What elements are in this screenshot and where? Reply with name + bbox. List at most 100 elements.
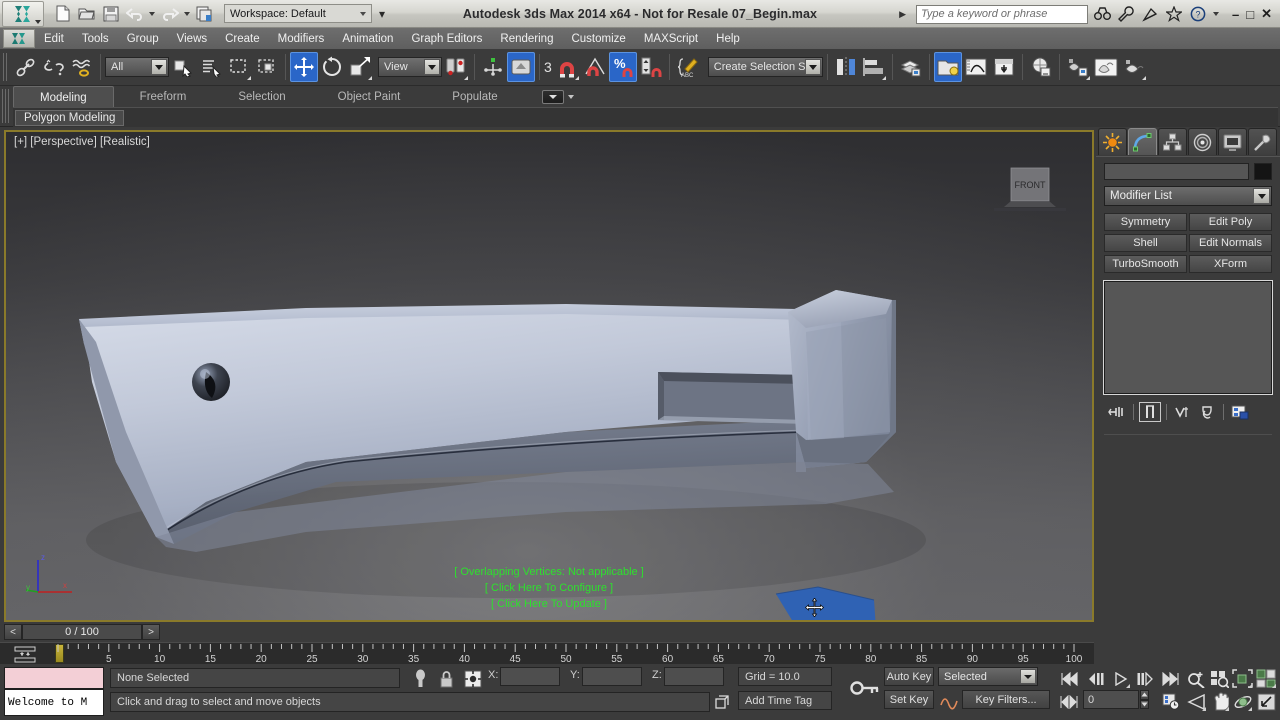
chevron-down-icon[interactable] [424,59,440,75]
modifier-button-edit-poly[interactable]: Edit Poly [1189,213,1272,231]
modifier-button-turbosmooth[interactable]: TurboSmooth [1104,255,1187,273]
z-coord-field[interactable] [664,667,724,686]
absolute-relative-transform-icon[interactable] [462,668,483,689]
ribbon-panel-title[interactable]: Polygon Modeling [15,110,125,126]
set-key-filters-icon[interactable] [938,690,959,711]
viewport-message-update[interactable]: [ Click Here To Update ] [6,598,1092,610]
select-and-manipulate-icon[interactable] [479,52,507,82]
snaps-toggle-icon[interactable] [507,52,535,82]
viewport-message-configure[interactable]: [ Click Here To Configure ] [6,582,1092,594]
align-icon[interactable] [860,52,888,82]
auto-key-button[interactable]: Auto Key [884,667,934,686]
menu-item-animation[interactable]: Animation [333,31,402,47]
pin-stack-icon[interactable] [1106,402,1128,422]
viewport-label[interactable]: [+] [Perspective] [Realistic] [14,136,150,148]
layer-explorer-icon[interactable] [897,52,925,82]
curve-editor-icon[interactable] [962,52,990,82]
current-key-field[interactable]: 0 [1083,690,1139,709]
chevron-down-icon[interactable] [804,59,821,75]
menu-item-help[interactable]: Help [707,31,749,47]
material-editor-icon[interactable] [1027,52,1055,82]
zoom-extents-icon[interactable] [1232,668,1253,689]
infocenter-expand-icon[interactable]: ▶ [899,9,906,20]
viewport-canvas[interactable]: [+] [Perspective] [Realistic] FRONT [ Ov… [6,132,1092,620]
toolbar-grip[interactable] [3,53,9,81]
key-mode-toggle-icon[interactable] [1058,691,1079,712]
select-by-name-icon[interactable] [197,52,225,82]
spinner-down-icon[interactable] [1140,699,1149,709]
set-key-button[interactable]: Set Key [884,690,934,709]
chevron-down-icon[interactable] [1020,669,1036,684]
redo-dropdown-caret-icon[interactable] [184,11,190,16]
search-input[interactable]: Type a keyword or phrase [916,4,1088,24]
tab-freeform[interactable]: Freeform [114,86,213,107]
redo-icon[interactable] [159,3,180,24]
isolate-selection-icon[interactable] [410,668,431,689]
edit-named-selection-sets-icon[interactable]: ABC [674,52,702,82]
zoom-all-icon[interactable] [1209,668,1230,689]
undo-dropdown-caret-icon[interactable] [149,11,155,16]
render-production-icon[interactable] [1120,52,1148,82]
mirror-icon[interactable] [832,52,860,82]
create-tab[interactable] [1098,128,1127,155]
app-menu-button[interactable] [2,0,44,27]
ribbon-options-combo[interactable] [541,86,574,107]
tab-selection[interactable]: Selection [212,86,311,107]
project-folder-icon[interactable] [194,3,215,24]
named-selection-sets-combo[interactable]: Create Selection Se [707,57,823,77]
select-and-scale-icon[interactable] [346,52,374,82]
help-icon[interactable]: ? [1188,4,1208,24]
window-crossing-icon[interactable] [253,52,281,82]
selection-filter-combo[interactable]: All [105,57,169,77]
selection-lock-icon[interactable] [436,668,457,689]
scene-explorer-icon[interactable] [933,52,962,82]
satellite-icon[interactable] [1140,4,1160,24]
maximize-viewport-toggle-icon[interactable] [1256,691,1277,712]
select-and-move-icon[interactable] [290,52,318,82]
tab-populate[interactable]: Populate [426,86,523,107]
track-bar[interactable]: 5 10 15 20 25 30 35 40 45 50 55 60 65 70 75 80 85 90 95 100 [0,642,1094,665]
open-file-icon[interactable] [76,3,97,24]
menu-item-create[interactable]: Create [216,31,269,47]
key-mode-combo[interactable]: Selected [938,667,1038,686]
maxscript-mini-listener-pink[interactable] [4,667,104,689]
go-to-end-icon[interactable] [1160,668,1181,689]
axe-model-3d[interactable] [6,132,1094,622]
use-center-flyout-icon[interactable] [442,52,470,82]
key-spinner[interactable] [1140,690,1149,709]
view-cube[interactable]: FRONT [986,164,1072,220]
modifier-button-symmetry[interactable]: Symmetry [1104,213,1187,231]
render-setup-icon[interactable] [1064,52,1092,82]
adaptive-degradation-icon[interactable] [712,692,733,713]
maximize-button[interactable]: □ [1246,7,1254,22]
minimize-button[interactable]: – [1232,7,1239,22]
rendered-frame-window-icon[interactable] [1092,52,1120,82]
schematic-view-icon[interactable] [990,52,1018,82]
object-name-field[interactable] [1104,163,1249,180]
chevron-down-icon[interactable] [567,94,574,99]
workspace-more-icon[interactable]: ▾ [379,7,385,21]
select-and-rotate-icon[interactable] [318,52,346,82]
modifier-list-dropdown[interactable]: Modifier List [1104,186,1272,206]
percent-snap-toggle-icon[interactable]: % [608,52,637,82]
configure-modifier-sets-icon[interactable] [1229,402,1251,422]
menu-item-group[interactable]: Group [118,31,168,47]
key-filters-button[interactable]: Key Filters... [962,690,1050,709]
angle-snap-toggle-icon[interactable] [581,52,609,82]
chevron-down-icon[interactable] [151,59,167,75]
snaps-toggle-3d-icon[interactable] [553,52,581,82]
object-color-swatch[interactable] [1254,163,1272,180]
show-end-result-icon[interactable] [1139,402,1161,422]
utilities-tab[interactable] [1248,128,1277,155]
previous-frame-icon[interactable] [1085,668,1106,689]
menu-item-rendering[interactable]: Rendering [491,31,562,47]
make-unique-icon[interactable] [1172,402,1194,422]
rectangular-selection-region-icon[interactable] [225,52,253,82]
wrench-icon[interactable] [1116,4,1136,24]
next-frame-arrow[interactable]: > [142,624,160,640]
time-configuration-icon[interactable] [1160,691,1181,712]
select-object-icon[interactable] [169,52,197,82]
play-animation-icon[interactable] [1110,668,1131,689]
menu-item-maxscript[interactable]: MAXScript [635,31,707,47]
select-and-link-icon[interactable] [12,52,40,82]
